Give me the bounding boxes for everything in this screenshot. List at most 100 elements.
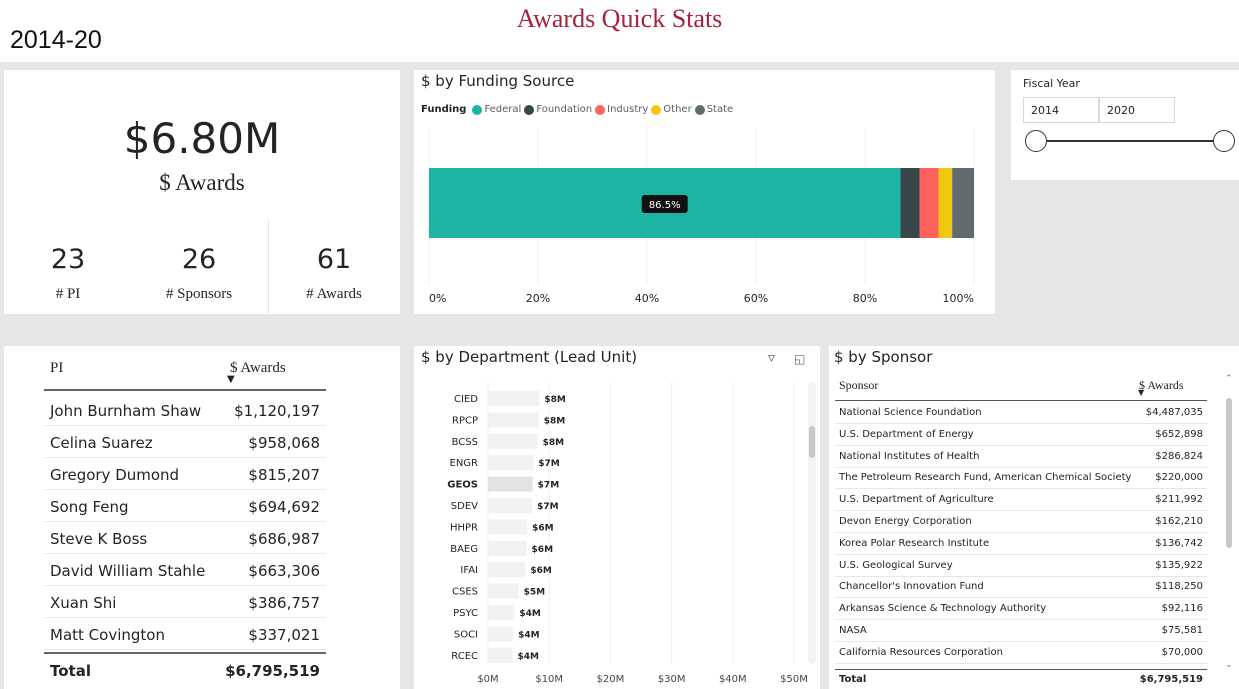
category-label[interactable]: SOCI xyxy=(454,629,478,640)
sponsor-award-value: $136,742 xyxy=(1155,537,1203,549)
table-row[interactable]: John Burnham Shaw $1,120,197 xyxy=(44,394,326,426)
x-tick-label: 40% xyxy=(635,292,659,305)
fiscal-year-start-input[interactable]: 2014 xyxy=(1023,97,1099,123)
fiscal-year-slicer[interactable]: Fiscal Year 2014 2020 xyxy=(1011,70,1239,180)
sponsor-count-value: 26 xyxy=(181,244,217,275)
bar-rpcp[interactable] xyxy=(488,412,539,428)
sponsor-name: U.S. Department of Energy xyxy=(839,428,974,440)
sponsor-award-value: $220,000 xyxy=(1155,472,1203,484)
category-label[interactable]: BAEG xyxy=(450,544,478,555)
table-row[interactable]: NASA $75,581 xyxy=(835,620,1207,642)
sponsor-award-value: $135,922 xyxy=(1155,559,1203,571)
table-row[interactable]: Gregory Dumond $815,207 xyxy=(44,458,326,490)
table-row[interactable]: Korea Polar Research Institute $136,742 xyxy=(835,533,1207,555)
funding-source-chart[interactable]: $ by Funding Source Funding Federal Found… xyxy=(414,70,995,314)
fiscal-year-end-handle[interactable] xyxy=(1213,130,1235,152)
scroll-down-icon[interactable]: ⌄ xyxy=(1225,660,1233,670)
scrollbar-thumb[interactable] xyxy=(1226,398,1232,548)
table-row[interactable]: Matt Covington $337,021 xyxy=(44,618,326,650)
sponsor-award-value: $118,250 xyxy=(1155,581,1203,593)
pi-award-value: $1,120,197 xyxy=(234,402,320,420)
bar-soci[interactable] xyxy=(488,626,514,642)
category-label[interactable]: SDEV xyxy=(451,501,478,512)
sponsor-column-header[interactable]: Sponsor xyxy=(839,378,878,393)
awards-column-header[interactable]: $ Awards xyxy=(230,360,286,377)
table-row[interactable]: Celina Suarez $958,068 xyxy=(44,426,326,458)
category-label[interactable]: RPCP xyxy=(452,415,478,426)
table-row[interactable]: National Institutes of Health $286,824 xyxy=(835,446,1207,468)
bar-rcec[interactable] xyxy=(488,647,513,663)
table-row[interactable]: U.S. Geological Survey $135,922 xyxy=(835,555,1207,577)
sponsor-count-label: # Sponsors xyxy=(165,286,233,302)
pi-column-header[interactable]: PI xyxy=(50,360,63,377)
fiscal-year-end-input[interactable]: 2020 xyxy=(1099,97,1175,123)
pi-name: Celina Suarez xyxy=(50,434,153,452)
sponsor-awards-column-header[interactable]: $ Awards xyxy=(1139,378,1184,393)
sponsor-scrollbar[interactable]: ⌃ ⌄ xyxy=(1225,374,1233,671)
bar-baeg[interactable] xyxy=(488,540,527,556)
date-range-label: 2014-20 xyxy=(10,26,102,54)
category-label[interactable]: GEOS xyxy=(447,480,478,491)
bar-segment-state[interactable] xyxy=(952,168,974,238)
pi-name: David William Stahle xyxy=(50,562,206,580)
fiscal-year-start-handle[interactable] xyxy=(1025,130,1047,152)
table-row[interactable]: National Science Foundation $4,487,035 xyxy=(835,402,1207,424)
scrollbar-thumb[interactable] xyxy=(809,426,815,458)
category-label[interactable]: PSYC xyxy=(453,608,478,619)
category-label[interactable]: CSES xyxy=(452,587,478,598)
bar-sdev[interactable] xyxy=(488,498,533,513)
fiscal-year-slider-track[interactable] xyxy=(1035,140,1225,142)
bar-hhpr[interactable] xyxy=(488,519,528,535)
data-label: $8M xyxy=(543,438,565,448)
table-row[interactable]: California Resources Corporation $70,000 xyxy=(835,642,1207,664)
data-label: $6M xyxy=(530,566,552,576)
department-chart[interactable]: $ by Department (Lead Unit) ▿ ◱ $0M $10M $… xyxy=(414,346,820,689)
department-scrollbar[interactable] xyxy=(808,382,816,664)
category-label[interactable]: CIED xyxy=(454,394,478,405)
table-row[interactable]: David William Stahle $663,306 xyxy=(44,554,326,586)
table-row[interactable]: Song Feng $694,692 xyxy=(44,490,326,522)
table-row[interactable]: The Petroleum Research Fund, American Ch… xyxy=(835,467,1207,490)
table-row[interactable]: U.S. Department of Agriculture $211,992 xyxy=(835,489,1207,512)
pi-award-value: $958,068 xyxy=(248,434,320,452)
x-tick-label: $50M xyxy=(780,674,808,685)
sort-descending-icon[interactable]: ▼ xyxy=(227,374,235,385)
pi-award-value: $686,987 xyxy=(248,530,320,548)
bar-segment-foundation[interactable] xyxy=(900,168,920,238)
sponsor-table: $ by Sponsor Sponsor $ Awards ▼ National… xyxy=(829,346,1239,689)
award-count-value: 61 xyxy=(316,244,352,275)
department-chart-svg[interactable]: $0M $10M $20M $30M $40M $50M CIED $8M RPCP $8M BCS… xyxy=(414,346,820,689)
category-label[interactable]: IFAI xyxy=(460,565,478,576)
category-label[interactable]: BCSS xyxy=(452,437,478,448)
pi-count-value: 23 xyxy=(50,244,86,275)
bar-segment-industry[interactable] xyxy=(919,168,939,238)
category-label[interactable]: ENGR xyxy=(450,458,479,469)
table-total-divider xyxy=(44,652,326,654)
category-label[interactable]: RCEC xyxy=(451,651,478,662)
x-tick-label: $20M xyxy=(597,674,625,685)
data-label: $7M xyxy=(537,502,559,512)
sort-descending-icon[interactable]: ▼ xyxy=(1138,388,1144,397)
bar-geos[interactable] xyxy=(488,476,533,492)
bar-ifai[interactable] xyxy=(488,562,526,578)
sponsor-award-value: $211,992 xyxy=(1155,494,1203,506)
table-row[interactable]: Arkansas Science & Technology Authority $… xyxy=(835,598,1207,621)
table-row[interactable]: Devon Energy Corporation $162,210 xyxy=(835,511,1207,533)
data-label: $6M xyxy=(532,545,554,555)
bar-engr[interactable] xyxy=(488,455,534,471)
funding-chart-svg[interactable]: 0% 20% 40% 60% 80% 100% 86.5% xyxy=(414,70,995,314)
x-tick-label: $0M xyxy=(477,674,498,685)
scroll-up-icon[interactable]: ⌃ xyxy=(1225,374,1233,384)
bar-cses[interactable] xyxy=(488,583,519,599)
kpi-card: $6.80M $ Awards 23 # PI 26 # Sponsors 61… xyxy=(4,70,400,314)
bar-bcss[interactable] xyxy=(488,433,538,449)
table-row[interactable]: Chancellor's Innovation Fund $118,250 xyxy=(835,576,1207,599)
bar-segment-other[interactable] xyxy=(938,168,953,238)
bar-psyc[interactable] xyxy=(488,605,515,620)
bar-cied[interactable] xyxy=(488,391,540,406)
table-row[interactable]: Xuan Shi $386,757 xyxy=(44,586,326,618)
category-label[interactable]: HHPR xyxy=(450,522,478,533)
table-row[interactable]: U.S. Department of Energy $652,898 xyxy=(835,424,1207,446)
pi-name: Matt Covington xyxy=(50,626,165,644)
table-row[interactable]: Steve K Boss $686,987 xyxy=(44,522,326,554)
